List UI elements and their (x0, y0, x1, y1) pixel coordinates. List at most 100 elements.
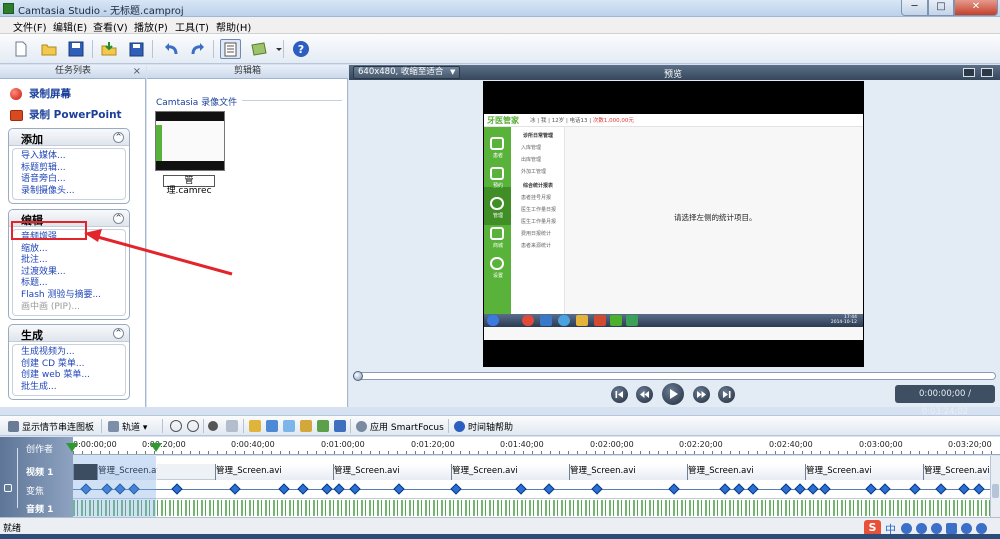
task-record-camera[interactable]: 录制摄像头... (21, 186, 125, 198)
task-zoom[interactable]: 缩放... (21, 244, 125, 256)
moon-icon[interactable] (901, 523, 912, 534)
playhead-marker[interactable] (150, 443, 162, 452)
collapse-icon[interactable]: ^ (113, 132, 124, 143)
video-track[interactable]: 管理_Screen.avi 管理_Screen.avi 管理_Screen.av… (73, 464, 990, 480)
selection-start-marker[interactable] (66, 443, 78, 452)
zoom-keyframe[interactable] (171, 483, 183, 495)
zoom-keyframe[interactable] (515, 483, 527, 495)
keyboard-icon[interactable] (946, 523, 957, 534)
group-add-header[interactable]: 添加 ^ (9, 129, 129, 146)
new-icon[interactable] (12, 40, 30, 58)
clip-filename[interactable]: 管理.camrec (163, 175, 215, 196)
scrollbar-thumb[interactable] (992, 484, 999, 498)
audio-waveform[interactable] (73, 500, 990, 516)
task-batch-produce[interactable]: 批生成... (21, 382, 125, 394)
record-screen-link[interactable]: 录制屏幕 (10, 86, 71, 101)
task-voice-narration[interactable]: 语音旁白... (21, 174, 125, 186)
menu-help[interactable]: 帮助(H) (216, 19, 251, 34)
timeline-clip[interactable]: 管理_Screen.avi (451, 464, 569, 480)
zoom-keyframe[interactable] (973, 483, 985, 495)
task-import-media[interactable]: 导入媒体... (21, 151, 125, 163)
timeline-ruler[interactable]: 0:00:00;00 0:00:20;00 0:00:40;00 0:01:00… (73, 437, 1000, 455)
open-icon[interactable] (40, 40, 58, 58)
zoom-keyframe[interactable] (229, 483, 241, 495)
skip-to-end-button[interactable] (718, 386, 735, 403)
timeline-clip[interactable]: 管理_Screen.avi (569, 464, 687, 480)
tracks-button[interactable]: 轨道 ▾ (108, 420, 147, 433)
task-title-clip[interactable]: 标题剪辑... (21, 163, 125, 175)
play-button[interactable] (662, 383, 684, 405)
help-icon[interactable]: ? (292, 40, 310, 58)
zoom-keyframe[interactable] (333, 483, 345, 495)
maximize-button[interactable]: □ (928, 0, 954, 16)
skip-to-start-button[interactable] (611, 386, 628, 403)
menu-view[interactable]: 查看(V) (93, 19, 128, 34)
zoom-keyframe[interactable] (958, 483, 970, 495)
timeline-clip[interactable]: 管理_Screen.avi (215, 464, 333, 480)
timeline-tracks[interactable]: 管理_Screen.avi 管理_Screen.avi 管理_Screen.av… (73, 456, 990, 517)
zoom-track-label[interactable]: 变焦 (26, 484, 44, 497)
transition-icon[interactable] (300, 420, 312, 432)
zoom-keyframe[interactable] (349, 483, 361, 495)
task-list-icon[interactable] (220, 39, 241, 59)
zoom-keyframe[interactable] (543, 483, 555, 495)
zoom-keyframe[interactable] (909, 483, 921, 495)
save-all-icon[interactable] (128, 40, 146, 58)
zoom-out-icon[interactable] (187, 420, 199, 432)
group-produce-header[interactable]: 生成 ^ (9, 325, 129, 342)
zoom-keyframe[interactable] (668, 483, 680, 495)
smartfocus-button[interactable]: 应用 SmartFocus (356, 420, 444, 433)
punctuation-icon[interactable] (916, 523, 927, 534)
video-canvas[interactable]: 牙医管家 冰 | 我 | 12岁 | 电话13 | 次数1,000,00元 患者… (483, 81, 864, 367)
split-icon[interactable] (226, 420, 238, 432)
rewind-button[interactable] (636, 386, 653, 403)
clip-thumbnail[interactable] (155, 111, 225, 171)
collapse-icon[interactable]: ^ (113, 213, 124, 224)
produce-icon[interactable] (250, 40, 268, 58)
storyboard-toggle-button[interactable]: 显示情节串连图板 (8, 420, 94, 433)
record-powerpoint-link[interactable]: 录制 PowerPoint (10, 107, 122, 122)
task-titles[interactable]: 标题... (21, 278, 125, 290)
zoom-keyframe[interactable] (733, 483, 745, 495)
zoom-keyframe[interactable] (819, 483, 831, 495)
preview-size-select[interactable]: 640x480, 收缩至适合 ▼ (353, 66, 461, 79)
save-icon[interactable] (67, 40, 85, 58)
task-callouts[interactable]: 批注... (21, 255, 125, 267)
zoom-keyframe[interactable] (879, 483, 891, 495)
import-icon[interactable] (100, 40, 118, 58)
collapse-icon[interactable]: ^ (113, 328, 124, 339)
zoom-in-icon[interactable] (170, 420, 182, 432)
video-track-label[interactable]: 视频 1 (26, 465, 53, 478)
emoji-icon[interactable] (931, 523, 942, 534)
zoom-track[interactable] (73, 481, 990, 499)
menu-tools[interactable]: 工具(T) (175, 19, 209, 34)
timeline-clip[interactable]: 管理_Screen.avi (687, 464, 805, 480)
menu-file[interactable]: 文件(F) (13, 19, 47, 34)
zoom-keyframe[interactable] (807, 483, 819, 495)
zoom-keyframe[interactable] (935, 483, 947, 495)
zoom-keyframe[interactable] (591, 483, 603, 495)
audio-track-label[interactable]: 音频 1 (26, 502, 53, 515)
task-web-menu[interactable]: 创建 web 菜单... (21, 370, 125, 382)
zoom-keyframe[interactable] (747, 483, 759, 495)
undo-icon[interactable] (162, 40, 180, 58)
audio-icon[interactable] (283, 420, 295, 432)
preview-scrub-bar[interactable] (353, 371, 996, 381)
fast-forward-button[interactable] (693, 386, 710, 403)
close-button[interactable]: ✕ (954, 0, 998, 16)
detach-preview-icon[interactable] (981, 68, 993, 77)
redo-icon[interactable] (189, 40, 207, 58)
scrub-handle[interactable] (353, 371, 363, 381)
zoom-keyframe[interactable] (393, 483, 405, 495)
task-cd-menu[interactable]: 创建 CD 菜单... (21, 359, 125, 371)
timeline-clip[interactable]: 管理_Screen.avi (333, 464, 451, 480)
task-transitions[interactable]: 过渡效果... (21, 267, 125, 279)
task-flash-quiz[interactable]: Flash 测验与摘要... (21, 290, 125, 302)
zoom-keyframe[interactable] (297, 483, 309, 495)
user-icon[interactable] (961, 523, 972, 534)
minimize-button[interactable]: ─ (901, 0, 928, 16)
zoom-keyframe[interactable] (865, 483, 877, 495)
zoom-keyframe[interactable] (719, 483, 731, 495)
timeline-clip[interactable]: 管理_Screen.avi (805, 464, 923, 480)
task-list-close-icon[interactable]: × (133, 65, 141, 78)
